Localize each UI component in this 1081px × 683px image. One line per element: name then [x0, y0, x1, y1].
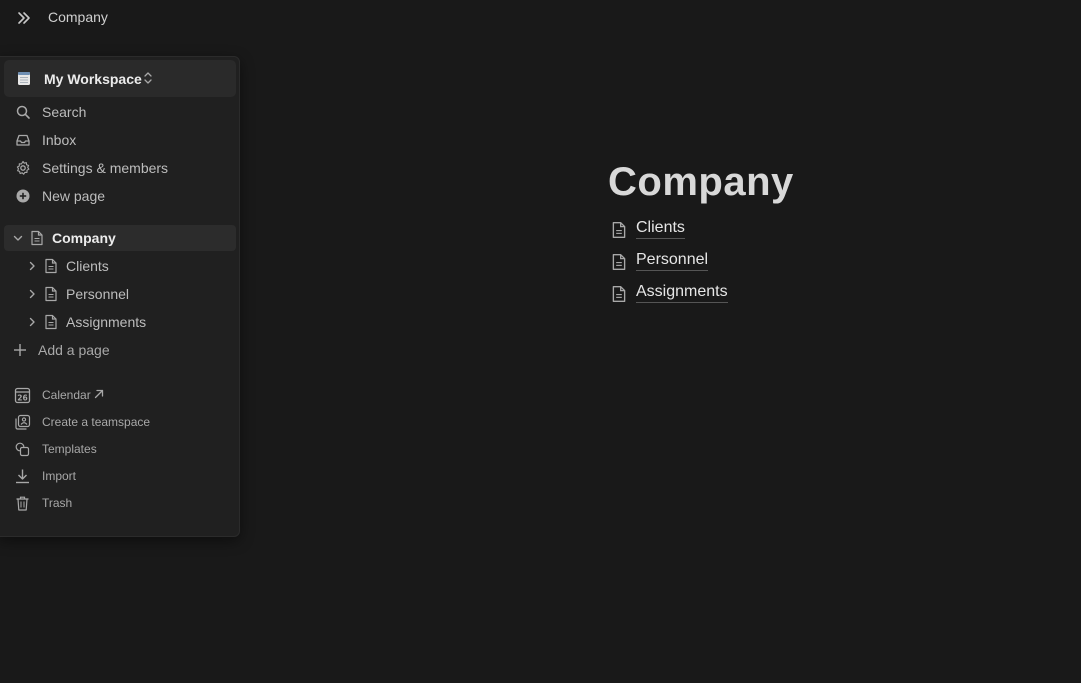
workspace-name: My Workspace — [44, 71, 142, 87]
sidebar-item-create-teamspace[interactable]: Create a teamspace — [4, 410, 236, 434]
sidebar-item-label: Create a teamspace — [42, 415, 151, 429]
page-icon — [612, 222, 626, 238]
sidebar-item-label: Templates — [42, 442, 97, 456]
add-page-button[interactable]: Add a page — [4, 337, 236, 363]
sidebar-item-label: Settings & members — [42, 160, 169, 176]
sidebar-page-label: Personnel — [66, 286, 130, 302]
notepad-icon — [18, 72, 30, 85]
sidebar-item-settings[interactable]: Settings & members — [4, 155, 236, 182]
sidebar-page-label: Company — [52, 230, 116, 246]
sidebar-item-trash[interactable]: Trash — [4, 491, 236, 515]
subpage-link-label: Clients — [636, 219, 685, 239]
sidebar-item-new-page[interactable]: New page — [4, 183, 236, 210]
page-icon — [45, 286, 57, 302]
page-icon — [612, 286, 626, 302]
chevron-right-icon[interactable] — [26, 260, 38, 272]
page-icon — [612, 254, 626, 270]
sidebar-item-label: Import — [42, 469, 77, 483]
import-icon — [16, 469, 29, 484]
gear-icon — [16, 160, 30, 175]
sidebar-item-label: Search — [42, 104, 87, 120]
plus-icon — [14, 344, 26, 356]
add-page-label: Add a page — [38, 342, 110, 358]
page-icon — [45, 314, 57, 330]
breadcrumb[interactable]: Company — [48, 9, 108, 25]
chevron-right-icon[interactable] — [26, 288, 38, 300]
page-icon — [45, 258, 57, 274]
workspace-switcher[interactable]: My Workspace — [4, 60, 236, 97]
sidebar-page-clients[interactable]: Clients — [4, 253, 236, 279]
teamspace-icon — [15, 414, 31, 430]
external-arrow-icon — [94, 389, 104, 399]
sidebar-item-label: New page — [42, 188, 106, 204]
templates-icon — [15, 442, 30, 457]
sidebar-item-label: Calendar — [42, 388, 91, 402]
calendar-day: 26 — [17, 393, 27, 402]
page-title[interactable]: Company — [608, 160, 794, 205]
sidebar-page-company[interactable]: Company — [4, 225, 236, 251]
sidebar: My Workspace Search Inbox Settings & mem… — [0, 56, 240, 537]
calendar-icon: 26 — [14, 387, 31, 404]
sidebar-item-search[interactable]: Search — [4, 99, 236, 126]
sidebar-page-assignments[interactable]: Assignments — [4, 309, 236, 335]
sidebar-item-templates[interactable]: Templates — [4, 437, 236, 461]
chevron-down-icon[interactable] — [12, 232, 24, 244]
sidebar-item-import[interactable]: Import — [4, 464, 236, 488]
subpage-link-label: Personnel — [636, 251, 709, 271]
chevron-right-icon[interactable] — [26, 316, 38, 328]
expand-sidebar-button[interactable] — [14, 8, 34, 28]
sidebar-page-personnel[interactable]: Personnel — [4, 281, 236, 307]
top-bar: Company — [0, 0, 1081, 36]
search-icon — [16, 105, 30, 119]
sidebar-item-inbox[interactable]: Inbox — [4, 127, 236, 154]
up-down-chevron-icon — [144, 72, 152, 84]
sidebar-item-calendar[interactable]: 26 Calendar — [4, 383, 236, 407]
inbox-icon — [16, 134, 30, 146]
subpage-link-label: Assignments — [636, 283, 728, 303]
sidebar-item-label: Trash — [42, 496, 73, 510]
sidebar-page-label: Clients — [66, 258, 109, 274]
sidebar-page-label: Assignments — [66, 314, 147, 330]
sidebar-item-label: Inbox — [42, 132, 77, 148]
double-chevron-right-icon — [18, 12, 30, 24]
trash-icon — [16, 496, 29, 511]
page-icon — [31, 230, 43, 246]
plus-circle-icon — [16, 189, 30, 203]
